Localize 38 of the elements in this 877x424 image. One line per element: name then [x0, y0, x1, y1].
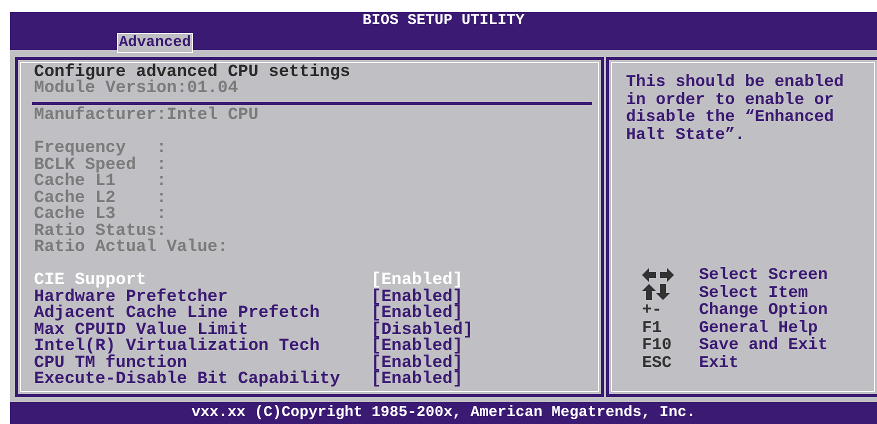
- info-line: Ratio Actual Value:: [34, 240, 229, 256]
- help-text: This should be enabled in order to enable or disable the “Enhanced Halt State”.: [626, 73, 845, 143]
- option-label[interactable]: CPU TM function: [34, 356, 371, 372]
- info-line: Ratio Status:: [34, 224, 167, 240]
- option-value[interactable]: [Enabled]: [371, 372, 463, 388]
- copyright-text: vxx.xx (C)Copyright 1985-200x, American Megatrends, Inc.: [190, 403, 697, 423]
- option-value[interactable]: [Enabled]: [371, 339, 463, 356]
- module-version: Module Version:01.04: [34, 81, 240, 97]
- key-label: F10: [642, 336, 672, 354]
- option-label[interactable]: Adjacent Cache Line Prefetch: [34, 306, 371, 322]
- window-title: BIOS SETUP UTILITY: [361, 12, 526, 29]
- info-line: Frequency :: [34, 141, 168, 158]
- option-label[interactable]: Intel(R) Virtualization Tech: [34, 339, 371, 356]
- left-right-arrows-icon: [642, 268, 674, 282]
- key-action: Save and Exit: [699, 336, 828, 354]
- info-line: BCLK Speed :: [34, 158, 168, 174]
- option-value[interactable]: [Enabled]: [371, 306, 463, 322]
- menu-tab[interactable]: Advanced: [117, 33, 194, 53]
- option-label[interactable]: Hardware Prefetcher: [34, 290, 371, 306]
- info-line: Manufacturer:Intel CPU: [34, 108, 260, 124]
- key-action: Exit: [699, 354, 739, 371]
- option-value[interactable]: [Disabled]: [371, 322, 474, 339]
- option-value[interactable]: [Enabled]: [371, 356, 463, 372]
- option-label[interactable]: Execute-Disable Bit Capability: [34, 372, 371, 388]
- key-label: ESC: [642, 354, 672, 371]
- info-line: Cache L2 :: [34, 190, 168, 207]
- option-label[interactable]: Max CPUID Value Limit: [34, 322, 371, 339]
- key-label: F1: [642, 318, 662, 336]
- key-action: Select Screen: [699, 266, 828, 284]
- key-action: Change Option: [699, 301, 828, 318]
- option-value[interactable]: [Enabled]: [371, 290, 463, 306]
- key-action: General Help: [699, 318, 818, 336]
- up-down-arrows-icon: [642, 284, 670, 300]
- info-line: Cache L3 :: [34, 207, 168, 224]
- key-label: +-: [642, 301, 662, 318]
- panel-heading: Configure advanced CPU settings: [34, 65, 352, 81]
- info-line: Cache L1 :: [34, 174, 168, 190]
- key-action: Select Item: [699, 284, 808, 301]
